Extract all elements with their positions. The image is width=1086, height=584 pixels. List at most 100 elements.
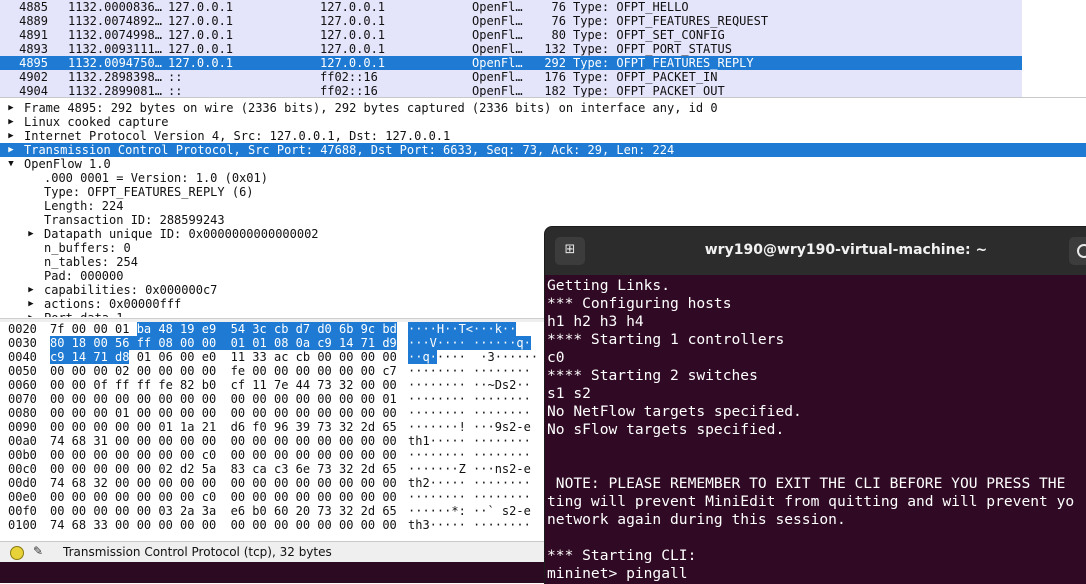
collapsed-arrow-icon[interactable]: ▶ bbox=[26, 311, 36, 317]
hex-row[interactable]: 0060 00 00 0f ff ff fe 82 b0 cf 11 7e 44 … bbox=[0, 378, 546, 392]
detail-tree-item[interactable]: ▶ Frame 4895: 292 bytes on wire (2336 bit… bbox=[0, 101, 1086, 115]
hex-bytes-plain: 01 06 00 e0 11 33 ac cb 00 00 00 00 bbox=[129, 350, 397, 364]
collapsed-arrow-icon[interactable]: ▶ bbox=[6, 143, 16, 157]
packet-row[interactable]: 4893 1132.0093111… 127.0.0.1 127.0.0.1 OpenF… bbox=[0, 42, 1022, 56]
packet-time: 1132.0074892… bbox=[68, 14, 162, 28]
packet-row[interactable]: 4889 1132.0074892… 127.0.0.1 127.0.0.1 OpenF… bbox=[0, 14, 1022, 28]
packet-time: 1132.2898398… bbox=[68, 70, 162, 84]
terminal-output[interactable]: Getting Links. *** Configuring hosts h1 h2… bbox=[547, 277, 1086, 583]
hex-row[interactable]: 0070 00 00 00 00 00 00 00 00 00 00 00 00 … bbox=[0, 392, 546, 406]
packet-row[interactable]: 4891 1132.0074998… 127.0.0.1 127.0.0.1 OpenF… bbox=[0, 28, 1022, 42]
detail-tree-label: actions: 0x00000fff bbox=[44, 297, 182, 311]
hex-bytes: 80 18 00 56 ff 08 00 00 01 01 08 0a c9 1… bbox=[50, 336, 397, 350]
ascii-highlighted: ····H··T<···k·· bbox=[408, 322, 517, 336]
packet-protocol: OpenFl… bbox=[472, 84, 523, 98]
hex-bytes-plain: 74 68 33 00 00 00 00 00 00 00 00 00 00 0… bbox=[50, 518, 397, 532]
detail-tree-label: Frame 4895: 292 bytes on wire (2336 bits… bbox=[24, 101, 718, 115]
detail-tree-item[interactable]: ▼ OpenFlow 1.0 bbox=[0, 157, 1086, 171]
search-icon bbox=[1077, 244, 1086, 258]
detail-tree-item[interactable]: Transaction ID: 288599243 bbox=[0, 213, 1086, 227]
ascii-plain: th1····· ········ bbox=[408, 434, 531, 448]
search-button[interactable] bbox=[1069, 237, 1086, 265]
packet-list-rows: 4885 1132.0000836… 127.0.0.1 127.0.0.1 OpenF… bbox=[0, 0, 1022, 98]
desktop-background bbox=[0, 562, 546, 583]
hex-row[interactable]: 0050 00 00 00 02 00 00 00 00 fe 00 00 00 … bbox=[0, 364, 546, 378]
hex-offset: 0070 bbox=[8, 392, 37, 406]
ascii-plain: th3····· ········ bbox=[408, 518, 531, 532]
detail-tree-item[interactable]: ▶ Transmission Control Protocol, Src Port… bbox=[0, 143, 1086, 157]
hex-row[interactable]: 00d0 74 68 32 00 00 00 00 00 00 00 00 00 … bbox=[0, 476, 546, 490]
detail-tree-item[interactable]: .000 0001 = Version: 1.0 (0x01) bbox=[0, 171, 1086, 185]
pane-divider[interactable] bbox=[0, 97, 1086, 98]
hex-offset: 0040 bbox=[8, 350, 37, 364]
ascii-plain: ········ ········ bbox=[408, 406, 531, 420]
packet-info: Type: OFPT_SET_CONFIG bbox=[573, 28, 725, 42]
packet-source: :: bbox=[168, 70, 183, 84]
hex-row[interactable]: 0100 74 68 33 00 00 00 00 00 00 00 00 00 … bbox=[0, 518, 546, 532]
hex-bytes: 00 00 0f ff ff fe 82 b0 cf 11 7e 44 73 3… bbox=[50, 378, 397, 392]
detail-tree-item[interactable]: Length: 224 bbox=[0, 199, 1086, 213]
terminal-line: network again during this session. bbox=[547, 511, 846, 528]
hex-ascii: th3····· ········ bbox=[408, 518, 531, 532]
collapsed-arrow-icon[interactable]: ▶ bbox=[6, 115, 16, 129]
hex-bytes-highlighted: 80 18 00 56 ff 08 00 00 01 01 08 0a c9 1… bbox=[50, 336, 397, 350]
hex-row[interactable]: 00a0 74 68 31 00 00 00 00 00 00 00 00 00 … bbox=[0, 434, 546, 448]
packet-info: Type: OFPT_FEATURES_REQUEST bbox=[573, 14, 769, 28]
hex-row[interactable]: 0080 00 00 00 01 00 00 00 00 00 00 00 00 … bbox=[0, 406, 546, 420]
hex-row[interactable]: 0020 7f 00 00 01 ba 48 19 e9 54 3c cb d7 … bbox=[0, 322, 546, 336]
packet-number: 4904 bbox=[19, 84, 48, 98]
expert-info-led-icon[interactable] bbox=[10, 546, 24, 560]
packet-destination: 127.0.0.1 bbox=[320, 0, 386, 14]
expanded-arrow-icon[interactable]: ▼ bbox=[6, 157, 16, 171]
hex-row[interactable]: 0030 80 18 00 56 ff 08 00 00 01 01 08 0a … bbox=[0, 336, 546, 350]
hex-offset: 00c0 bbox=[8, 462, 37, 476]
terminal-header-bar[interactable]: ⊞ wry190@wry190-virtual-machine: ~ bbox=[545, 227, 1086, 275]
hex-row[interactable]: 0090 00 00 00 00 00 01 1a 21 d6 f0 96 39 … bbox=[0, 420, 546, 434]
packet-row[interactable]: 4885 1132.0000836… 127.0.0.1 127.0.0.1 OpenF… bbox=[0, 0, 1022, 14]
packet-row[interactable]: 4895 1132.0094750… 127.0.0.1 127.0.0.1 OpenF… bbox=[0, 56, 1022, 70]
packet-list-pane[interactable]: 4885 1132.0000836… 127.0.0.1 127.0.0.1 OpenF… bbox=[0, 0, 1086, 98]
collapsed-arrow-icon[interactable]: ▶ bbox=[6, 101, 16, 115]
packet-number: 4891 bbox=[19, 28, 48, 42]
hex-bytes-plain: 00 00 00 00 00 00 00 c0 00 00 00 00 00 0… bbox=[50, 490, 397, 504]
packet-info: Type: OFPT_HELLO bbox=[573, 0, 689, 14]
hex-offset: 0060 bbox=[8, 378, 37, 392]
status-bar: ✎ Transmission Control Protocol (tcp), 3… bbox=[0, 541, 546, 563]
terminal-line: *** Starting CLI: bbox=[547, 547, 697, 564]
hex-row[interactable]: 0040 c9 14 71 d8 01 06 00 e0 11 33 ac cb … bbox=[0, 350, 546, 364]
packet-number: 4893 bbox=[19, 42, 48, 56]
collapsed-arrow-icon[interactable]: ▶ bbox=[26, 227, 36, 241]
packet-length: 292 bbox=[544, 56, 566, 70]
detail-tree-item[interactable]: Type: OFPT_FEATURES_REPLY (6) bbox=[0, 185, 1086, 199]
detail-tree-label: Transmission Control Protocol, Src Port:… bbox=[24, 143, 675, 157]
packet-number: 4895 bbox=[19, 56, 48, 70]
terminal-window[interactable]: ⊞ wry190@wry190-virtual-machine: ~ Getti… bbox=[544, 226, 1086, 584]
detail-tree-item[interactable]: ▶ Linux cooked capture bbox=[0, 115, 1086, 129]
packet-bytes-pane[interactable]: 0020 7f 00 00 01 ba 48 19 e9 54 3c cb d7 … bbox=[0, 322, 546, 540]
hex-row[interactable]: 00c0 00 00 00 00 00 02 d2 5a 83 ca c3 6e … bbox=[0, 462, 546, 476]
hex-bytes-plain: 00 00 00 00 00 03 2a 3a e6 b0 60 20 73 3… bbox=[50, 504, 397, 518]
detail-tree-label: Linux cooked capture bbox=[24, 115, 169, 129]
hex-bytes: 00 00 00 00 00 01 1a 21 d6 f0 96 39 73 3… bbox=[50, 420, 397, 434]
hex-offset: 0020 bbox=[8, 322, 37, 336]
terminal-line: No sFlow targets specified. bbox=[547, 421, 785, 438]
packet-row[interactable]: 4904 1132.2899081…:: ff02::16 OpenFl… 182 Typ… bbox=[0, 84, 1022, 98]
terminal-line: **** Starting 2 switches bbox=[547, 367, 758, 384]
hex-bytes-plain: 74 68 31 00 00 00 00 00 00 00 00 00 00 0… bbox=[50, 434, 397, 448]
detail-tree-label: n_buffers: 0 bbox=[44, 241, 131, 255]
collapsed-arrow-icon[interactable]: ▶ bbox=[26, 297, 36, 311]
hex-row[interactable]: 00e0 00 00 00 00 00 00 00 c0 00 00 00 00 … bbox=[0, 490, 546, 504]
collapsed-arrow-icon[interactable]: ▶ bbox=[26, 283, 36, 297]
terminal-title: wry190@wry190-virtual-machine: ~ bbox=[704, 242, 988, 258]
ascii-plain: th2····· ········ bbox=[408, 476, 531, 490]
hex-ascii: ········ ········ bbox=[408, 406, 531, 420]
hex-bytes: 74 68 33 00 00 00 00 00 00 00 00 00 00 0… bbox=[50, 518, 397, 532]
detail-tree-label: Pad: 000000 bbox=[44, 269, 124, 283]
packet-row[interactable]: 4902 1132.2898398…:: ff02::16 OpenFl… 176 Typ… bbox=[0, 70, 1022, 84]
edit-comment-icon[interactable]: ✎ bbox=[33, 544, 47, 558]
hex-row[interactable]: 00b0 00 00 00 00 00 00 00 c0 00 00 00 00 … bbox=[0, 448, 546, 462]
detail-tree-item[interactable]: ▶ Internet Protocol Version 4, Src: 127.0… bbox=[0, 129, 1086, 143]
hex-row[interactable]: 00f0 00 00 00 00 00 03 2a 3a e6 b0 60 20 … bbox=[0, 504, 546, 518]
collapsed-arrow-icon[interactable]: ▶ bbox=[6, 129, 16, 143]
